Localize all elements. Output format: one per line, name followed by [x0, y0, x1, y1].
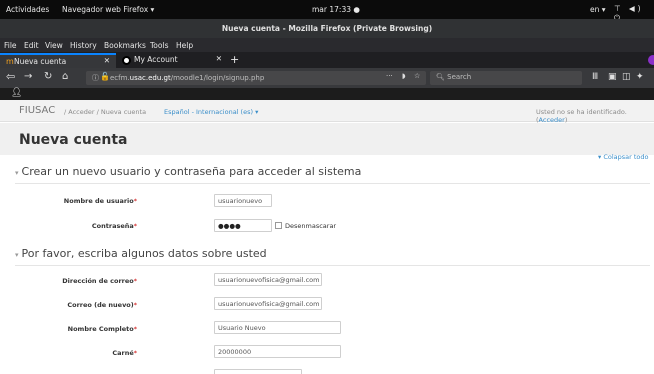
site-favicon-icon [122, 56, 131, 65]
menu-help[interactable]: Help [176, 41, 193, 50]
search-input[interactable]: 🔍︎ Search [430, 71, 582, 85]
divider [15, 183, 650, 184]
page-title: Nueva cuenta [19, 132, 128, 148]
app-menu[interactable]: Navegador web Firefox ▾ [62, 5, 154, 14]
addon-icon[interactable]: ✦ [636, 72, 644, 82]
keyboard-language-menu[interactable]: en ▾ [590, 5, 606, 14]
user-icon[interactable]: 👤︎ [11, 88, 22, 98]
url-text: ecfm.usac.edu.gt/moodle1/login/signup.ph… [110, 74, 265, 82]
menu-file[interactable]: File [4, 41, 17, 50]
carne-input[interactable]: 20000000 [214, 345, 341, 358]
menu-view[interactable]: View [45, 41, 63, 50]
menu-bar: File Edit View History Bookmarks Tools H… [0, 38, 654, 52]
unmask-label[interactable]: Desenmascarar [285, 222, 336, 230]
tab-title: My Account [134, 55, 178, 64]
tab-my-account[interactable]: My Account ✕ [118, 53, 228, 68]
url-bar[interactable]: ⓘ 🔓 ecfm.usac.edu.gt/moodle1/login/signu… [86, 71, 426, 85]
menu-edit[interactable]: Edit [24, 41, 39, 50]
pocket-icon[interactable]: ◗ [402, 72, 406, 80]
carne-label: Carné* [112, 349, 137, 357]
language-selector[interactable]: Español - Internacional (es) ▾ [164, 108, 258, 116]
site-navbar: FIUSAC / Acceder / Nueva cuenta Español … [0, 100, 654, 124]
collapse-triangle-icon: ▾ [15, 251, 19, 259]
reload-icon[interactable]: ↻ [44, 71, 52, 82]
insecure-lock-icon[interactable]: 🔓 [100, 72, 110, 81]
screenshot-icon[interactable]: ◫ [622, 72, 631, 82]
private-browsing-icon [648, 55, 654, 65]
email-again-input[interactable]: usuarionuevofisica@gmail.com [214, 297, 322, 310]
breadcrumb[interactable]: / Acceder / Nueva cuenta [64, 108, 146, 116]
password-input[interactable]: ●●●● [214, 219, 272, 232]
profile-bar: 👤︎ [0, 88, 654, 100]
clock[interactable]: mar 17:33 ● [312, 5, 360, 14]
collapse-all-link[interactable]: ▾ Colapsar todo [598, 153, 649, 161]
home-icon[interactable]: ⌂ [62, 71, 68, 82]
tab-strip: m Nueva cuenta ✕ My Account ✕ [0, 52, 654, 68]
menu-bookmarks[interactable]: Bookmarks [104, 41, 146, 50]
moodle-favicon-icon: m [6, 57, 14, 66]
section-details-header[interactable]: ▾ Por favor, escriba algunos datos sobre … [15, 247, 267, 260]
email-again-label: Correo (de nuevo)* [67, 301, 137, 309]
menu-tools[interactable]: Tools [150, 41, 168, 50]
page-header: Nueva cuenta [0, 123, 654, 155]
search-icon: 🔍︎ Search [436, 73, 472, 81]
fullname-label: Nombre Completo* [67, 325, 137, 333]
system-top-bar: Actividades Navegador web Firefox ▾ mar … [0, 0, 654, 22]
back-icon[interactable]: ⇦ [6, 70, 15, 83]
bookmark-star-icon[interactable]: ☆ [414, 72, 420, 80]
next-field-input[interactable] [214, 369, 302, 374]
navigation-toolbar: ⇦ → ↻ ⌂ ⓘ 🔓 ecfm.usac.edu.gt/moodle1/log… [0, 68, 654, 88]
username-label: Nombre de usuario* [63, 197, 137, 205]
fullname-input[interactable]: Usuario Nuevo [214, 321, 341, 334]
close-tab-icon[interactable]: ✕ [216, 54, 222, 63]
activities-button[interactable]: Actividades [6, 5, 49, 14]
email-input[interactable]: usuarionuevofisica@gmail.com [214, 273, 322, 286]
window-title: Nueva cuenta - Mozilla Firefox (Private … [0, 19, 654, 38]
library-icon[interactable]: Ⅲ [592, 72, 598, 82]
new-tab-button[interactable]: + [230, 53, 239, 66]
password-label: Contraseña* [91, 222, 137, 230]
unmask-checkbox[interactable] [275, 222, 282, 229]
collapse-triangle-icon: ▾ [15, 169, 19, 177]
login-info: Usted no se ha identificado. (Acceder) [536, 108, 627, 124]
divider [15, 265, 650, 266]
forward-icon[interactable]: → [24, 71, 32, 82]
email-label: Dirección de correo* [62, 277, 137, 285]
close-tab-icon[interactable]: ✕ [104, 56, 110, 65]
tab-title: Nueva cuenta [14, 57, 67, 66]
section-account-header[interactable]: ▾ Crear un nuevo usuario y contraseña par… [15, 165, 361, 178]
sidebar-icon[interactable]: ▣ [608, 72, 617, 82]
info-icon[interactable]: ⓘ [92, 73, 99, 83]
tab-nueva-cuenta[interactable]: m Nueva cuenta ✕ [0, 53, 116, 68]
menu-history[interactable]: History [70, 41, 97, 50]
username-input[interactable]: usuarionuevo [214, 194, 272, 207]
page-actions-icon[interactable]: ··· [386, 72, 393, 80]
site-brand[interactable]: FIUSAC [19, 105, 55, 116]
